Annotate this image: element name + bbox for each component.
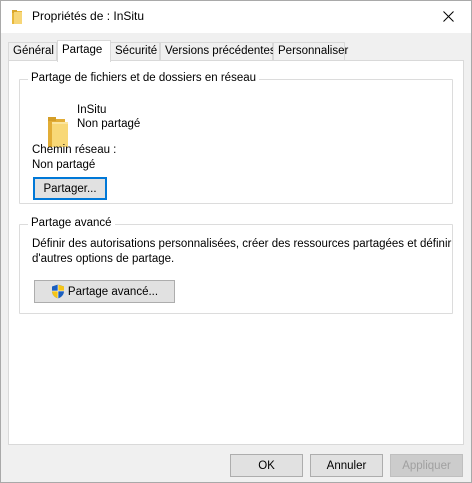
folder-share-status: Non partagé xyxy=(77,118,141,130)
close-button[interactable] xyxy=(425,1,471,32)
tab-label: Versions précédentes xyxy=(165,45,276,57)
network-sharing-group: Partage de fichiers et de dossiers en ré… xyxy=(19,72,453,204)
tab-label: Partage xyxy=(62,44,103,56)
properties-dialog: Propriétés de : InSitu Général Partage S… xyxy=(0,0,472,483)
title-bar: Propriétés de : InSitu xyxy=(1,1,471,33)
group-title: Partage avancé xyxy=(28,217,115,229)
share-button-label: Partager... xyxy=(43,182,97,195)
window-title: Propriétés de : InSitu xyxy=(32,9,145,23)
sharing-panel: Partage de fichiers et de dossiers en ré… xyxy=(8,60,464,445)
apply-button[interactable]: Appliquer xyxy=(390,454,463,477)
close-icon xyxy=(442,11,454,22)
tab-label: Sécurité xyxy=(115,45,158,57)
cancel-button-label: Annuler xyxy=(326,459,367,472)
tab-label: Personnaliser xyxy=(278,45,349,57)
ok-button-label: OK xyxy=(258,459,275,472)
tab-previous-versions[interactable]: Versions précédentes xyxy=(160,42,276,61)
network-path-value: Non partagé xyxy=(32,159,96,171)
folder-icon xyxy=(12,10,22,24)
advanced-sharing-description-line1: Définir des autorisations personnalisées… xyxy=(32,238,452,250)
network-path-label: Chemin réseau : xyxy=(32,144,117,156)
tab-customize[interactable]: Personnaliser xyxy=(273,42,349,61)
tab-general[interactable]: Général xyxy=(8,42,57,61)
cancel-button[interactable]: Annuler xyxy=(310,454,383,477)
tab-security[interactable]: Sécurité xyxy=(110,42,160,61)
apply-button-label: Appliquer xyxy=(402,459,451,472)
advanced-sharing-button[interactable]: Partage avancé... xyxy=(34,280,175,303)
uac-shield-icon xyxy=(51,284,64,299)
advanced-sharing-button-label: Partage avancé... xyxy=(67,285,159,298)
ok-button[interactable]: OK xyxy=(230,454,303,477)
tab-label: Général xyxy=(13,45,54,57)
advanced-sharing-group: Partage avancé Définir des autorisations… xyxy=(19,217,453,314)
tab-sharing[interactable]: Partage xyxy=(57,40,111,62)
share-button[interactable]: Partager... xyxy=(33,177,107,200)
folder-name: InSitu xyxy=(77,104,107,116)
group-title: Partage de fichiers et de dossiers en ré… xyxy=(28,72,260,84)
advanced-sharing-description-line2: d'autres options de partage. xyxy=(32,253,175,265)
